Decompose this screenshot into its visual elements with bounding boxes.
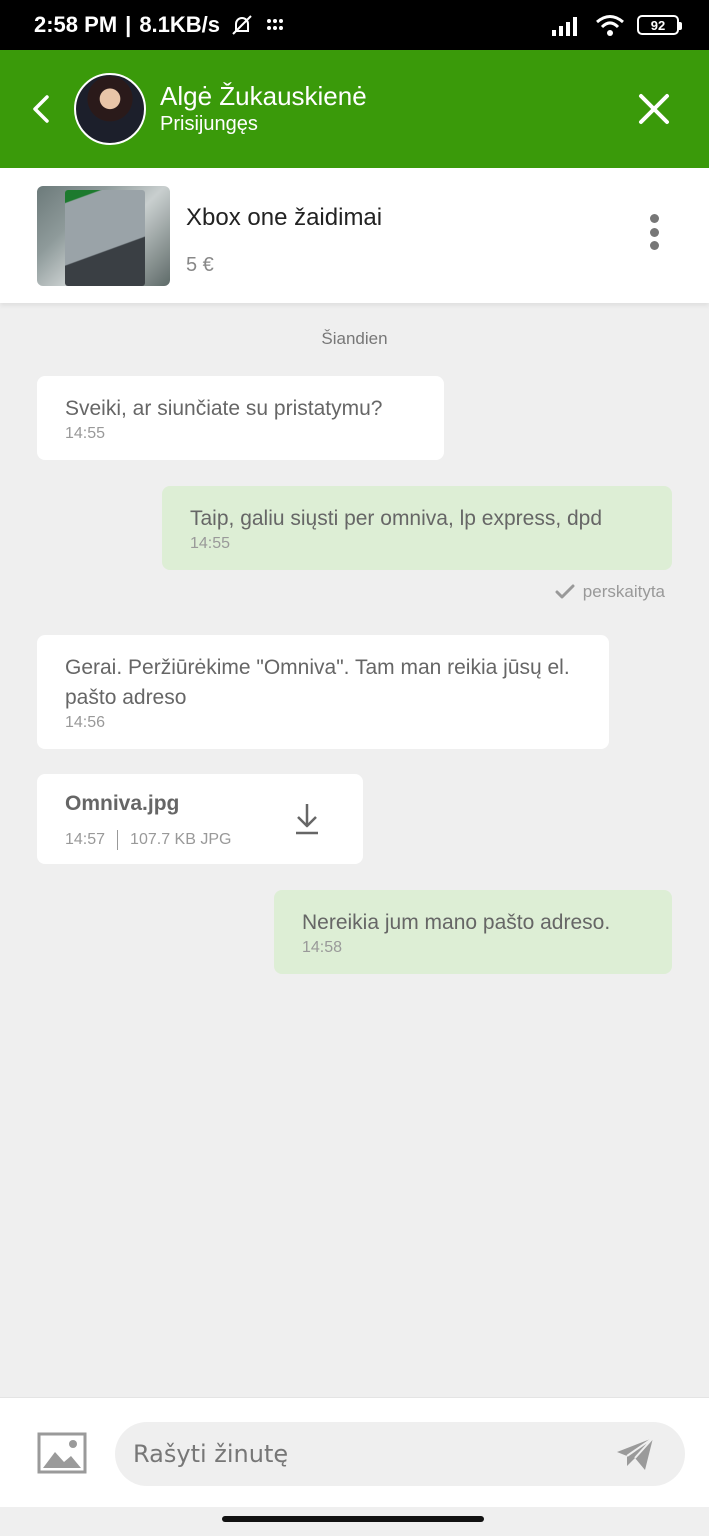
game-box-image — [65, 190, 145, 286]
kebab-dot — [649, 227, 659, 237]
muted-bell-icon — [232, 15, 252, 35]
back-button[interactable] — [26, 89, 56, 129]
listing-title: Xbox one žaidimai — [186, 204, 383, 231]
battery-level: 92 — [650, 17, 666, 33]
kebab-dot — [649, 214, 659, 223]
message-bubble-outgoing[interactable]: Nereikia jum mano pašto adreso. 14:58 — [274, 890, 672, 974]
read-receipt-label: perskaityta — [582, 582, 665, 601]
image-icon — [37, 1432, 87, 1474]
message-text: Nereikia jum mano pašto adreso. — [302, 911, 611, 934]
send-icon — [617, 1437, 654, 1470]
checkmark-icon — [555, 584, 575, 599]
kebab-dot — [649, 241, 659, 250]
grid-dots-icon — [267, 19, 284, 30]
message-text: Sveiki, ar siunčiate su pristatymu? — [65, 397, 383, 420]
listing-price: 5 € — [186, 254, 214, 276]
wifi-icon — [596, 15, 624, 36]
signal-icon — [552, 17, 577, 36]
file-info: 107.7 KB JPG — [130, 831, 232, 848]
listing-card[interactable]: Xbox one žaidimai 5 € — [0, 168, 709, 303]
message-composer — [0, 1397, 709, 1507]
more-options-button[interactable] — [643, 214, 665, 250]
chat-header: Algė Žukauskienė Prisijungęs — [0, 50, 709, 168]
read-receipt: perskaityta — [555, 582, 665, 602]
message-time: 14:55 — [190, 535, 231, 552]
status-left: 2:58 PM | 8.1KB/s — [34, 12, 286, 38]
listing-thumbnail[interactable] — [37, 186, 170, 286]
status-divider: | — [125, 12, 132, 37]
contact-info: Algė Žukauskienė Prisijungęs — [160, 81, 367, 137]
date-separator: Šiandien — [321, 329, 388, 348]
avatar[interactable] — [74, 73, 146, 145]
send-button[interactable] — [615, 1436, 655, 1472]
download-button[interactable] — [293, 802, 321, 836]
message-input[interactable] — [115, 1422, 685, 1486]
message-bubble-incoming[interactable]: Sveiki, ar siunčiate su pristatymu? 14:5… — [37, 376, 444, 460]
message-text: Taip, galiu siųsti per omniva, lp expres… — [190, 507, 603, 530]
network-speed: 8.1KB/s — [139, 12, 221, 37]
message-bubble-outgoing[interactable]: Taip, galiu siųsti per omniva, lp expres… — [162, 486, 672, 570]
status-time: 2:58 PM — [34, 12, 118, 37]
close-icon — [639, 94, 669, 124]
home-indicator[interactable] — [222, 1516, 484, 1522]
message-time: 14:55 — [65, 425, 106, 442]
message-text: Gerai. Peržiūrėkime "Omniva". Tam man re… — [65, 656, 570, 709]
download-icon — [296, 804, 318, 835]
message-time: 14:56 — [65, 714, 106, 731]
attach-image-button[interactable] — [37, 1432, 87, 1474]
message-bubble-incoming[interactable]: Gerai. Peržiūrėkime "Omniva". Tam man re… — [37, 635, 609, 749]
meta-divider — [117, 830, 119, 850]
message-time: 14:57 — [65, 831, 106, 848]
status-right: 92 — [551, 14, 682, 36]
contact-status: Prisijungęs — [160, 113, 258, 135]
message-time: 14:58 — [302, 939, 343, 956]
close-button[interactable] — [637, 92, 671, 126]
battery-icon: 92 — [637, 15, 682, 35]
contact-name: Algė Žukauskienė — [160, 81, 367, 111]
status-bar: 2:58 PM | 8.1KB/s 92 — [0, 0, 709, 50]
chevron-left-icon — [33, 95, 49, 123]
file-message[interactable]: Omniva.jpg 14:57 107.7 KB JPG — [37, 774, 363, 864]
